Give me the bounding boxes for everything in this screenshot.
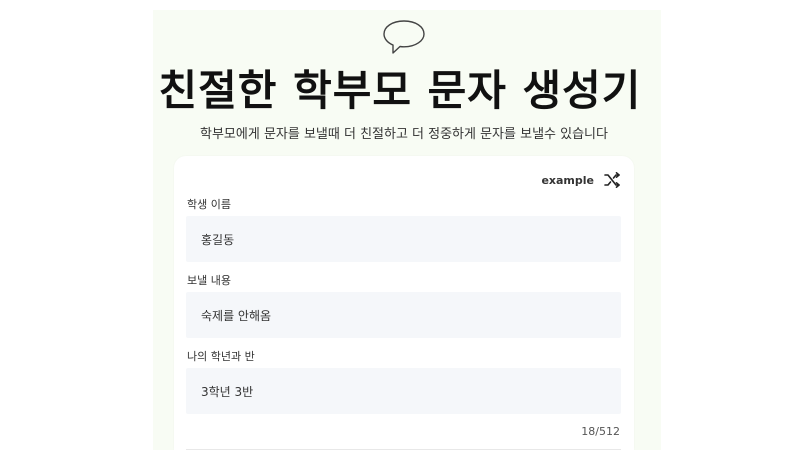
shuffle-icon <box>604 172 620 188</box>
chat-bubble-icon <box>383 20 425 54</box>
grade-class-label: 나의 학년과 반 <box>187 350 255 363</box>
form-card: example 학생 이름 홍길동 보낼 내용 숙제를 안해옴 나의 학년과 반… <box>174 156 634 450</box>
student-name-label: 학생 이름 <box>187 198 231 211</box>
message-content-input[interactable]: 숙제를 안해옴 <box>186 292 621 338</box>
message-content-label: 보낼 내용 <box>187 274 231 287</box>
student-name-input[interactable]: 홍길동 <box>186 216 621 262</box>
page-title: 친절한 학부모 문자 생성기 <box>158 66 642 115</box>
example-label: example <box>541 173 594 187</box>
example-button[interactable]: example <box>541 172 620 188</box>
grade-class-input[interactable]: 3학년 3반 <box>186 368 621 414</box>
character-counter: 18/512 <box>581 425 620 438</box>
page-subtitle: 학부모에게 문자를 보낼때 더 친절하고 더 정중하게 문자를 보낼수 있습니다 <box>200 127 608 142</box>
